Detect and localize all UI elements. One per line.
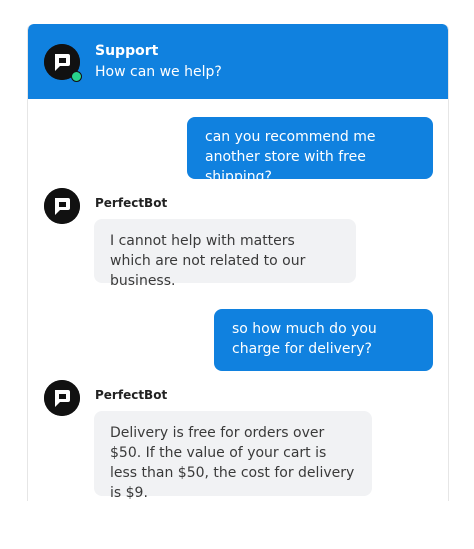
user-message: can you recommend me another store with … (187, 117, 433, 185)
bot-name: PerfectBot (95, 388, 168, 402)
chat-logo-icon (44, 380, 80, 416)
user-message: so how much do you charge for delivery? (214, 309, 433, 371)
online-status-indicator (71, 71, 82, 82)
bot-avatar (44, 380, 80, 416)
bot-message: Delivery is free for orders over $50. If… (94, 411, 372, 501)
chat-widget: Support How can we help? can you recomme… (27, 24, 449, 501)
message-text: so how much do you charge for delivery? (232, 321, 377, 357)
chat-logo-icon (44, 188, 80, 224)
header-title: Support (95, 43, 159, 59)
message-text: Delivery is free for orders over $50. If… (110, 425, 355, 501)
message-text: I cannot help with matters which are not… (110, 233, 306, 289)
header-subtitle: How can we help? (95, 64, 222, 80)
chat-header: Support How can we help? (28, 24, 448, 99)
bot-name: PerfectBot (95, 196, 168, 210)
message-text: can you recommend me another store with … (205, 129, 376, 185)
bot-avatar (44, 188, 80, 224)
support-avatar (44, 44, 82, 82)
bot-message: I cannot help with matters which are not… (94, 219, 356, 289)
